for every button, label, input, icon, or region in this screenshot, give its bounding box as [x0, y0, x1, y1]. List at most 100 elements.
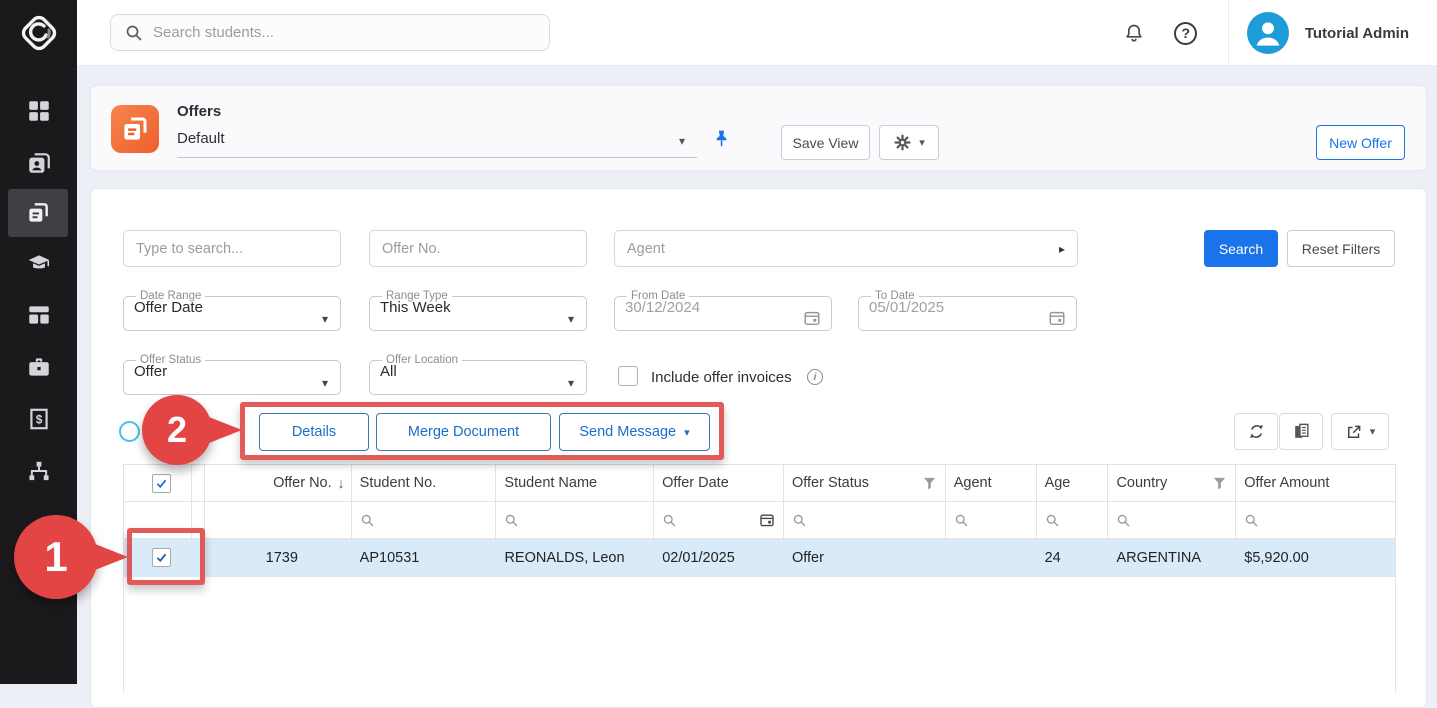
- calendar-icon[interactable]: [759, 512, 775, 528]
- topbar: ? Tutorial Admin: [77, 0, 1437, 66]
- offer-status-select[interactable]: Offer Status Offer ▾: [123, 354, 341, 395]
- col-student-no[interactable]: Student No.: [352, 465, 497, 502]
- sidebar-item-offers[interactable]: [8, 189, 68, 237]
- chevron-down-icon: ▾: [1370, 425, 1376, 438]
- filter-cell-offer-amount[interactable]: [1236, 502, 1395, 539]
- range-type-value: This Week: [380, 299, 576, 316]
- chevron-down-icon: ▾: [919, 136, 925, 149]
- column-chooser-button[interactable]: [1279, 413, 1323, 450]
- col-agent[interactable]: Agent: [946, 465, 1037, 502]
- col-offer-status[interactable]: Offer Status: [784, 465, 946, 502]
- avatar[interactable]: [1247, 12, 1289, 54]
- include-invoices-label: Include offer invoices: [651, 369, 792, 386]
- cell-student-no[interactable]: AP10531: [352, 539, 497, 577]
- agent-input[interactable]: [627, 241, 1059, 257]
- search-students-input[interactable]: [153, 24, 513, 41]
- cell-offer-amount: $5,920.00: [1236, 539, 1395, 577]
- sidebar-item-invoices[interactable]: $: [0, 393, 77, 445]
- search-icon: [360, 513, 375, 528]
- view-settings-button[interactable]: ▾: [879, 125, 939, 160]
- sidebar-item-classes[interactable]: [0, 289, 77, 341]
- filter-cell-agent[interactable]: [946, 502, 1037, 539]
- filter-cell-age[interactable]: [1037, 502, 1109, 539]
- help-button[interactable]: ?: [1166, 13, 1206, 53]
- offer-no-field[interactable]: [369, 230, 587, 267]
- calendar-icon[interactable]: [1048, 309, 1066, 332]
- filter-cell-student-name[interactable]: [496, 502, 654, 539]
- from-date-value: 30/12/2024: [625, 299, 821, 316]
- offer-status-value: Offer: [134, 363, 330, 380]
- spacer-column: [192, 465, 205, 502]
- table-row[interactable]: 1739 AP10531 REONALDS, Leon 02/01/2025 O…: [124, 539, 1395, 577]
- topbar-divider: [1228, 0, 1229, 66]
- calendar-icon[interactable]: [803, 309, 821, 332]
- filter-cell-offer-no[interactable]: [205, 502, 352, 539]
- app-logo-icon: [16, 10, 62, 56]
- app-logo[interactable]: [0, 0, 77, 66]
- cell-offer-status: Offer: [784, 539, 946, 577]
- sidebar-item-courses[interactable]: [0, 237, 77, 289]
- search-button[interactable]: Search: [1204, 230, 1278, 267]
- search-icon: [954, 513, 969, 528]
- from-date-field[interactable]: From Date 30/12/2024: [614, 290, 832, 331]
- cell-student-name[interactable]: REONALDS, Leon: [496, 539, 654, 577]
- offers-icon: [25, 200, 51, 226]
- annotation-balloon-step2: 2: [142, 395, 212, 465]
- pin-view-button[interactable]: [711, 128, 732, 154]
- date-range-select[interactable]: Date Range Offer Date ▾: [123, 290, 341, 331]
- sidebar-item-agents-network[interactable]: [0, 445, 77, 497]
- refresh-button[interactable]: [1234, 413, 1278, 450]
- offer-location-select[interactable]: Offer Location All ▾: [369, 354, 587, 395]
- invoice-dollar-icon: $: [26, 406, 52, 432]
- select-all-cell[interactable]: [124, 465, 192, 502]
- col-age[interactable]: Age: [1037, 465, 1109, 502]
- view-selector[interactable]: Default ▾: [177, 130, 697, 158]
- gear-icon: [893, 133, 912, 152]
- deselect-all-icon[interactable]: [119, 421, 140, 442]
- offer-no-input[interactable]: [382, 241, 574, 257]
- offer-location-value: All: [380, 363, 576, 380]
- view-selector-value: Default: [177, 130, 225, 147]
- offers-module-icon: [111, 105, 159, 153]
- select-all-checkbox[interactable]: [152, 474, 171, 493]
- agent-field[interactable]: ▸: [614, 230, 1078, 267]
- cell-offer-no[interactable]: 1739: [205, 539, 352, 577]
- chevron-down-icon: ▾: [679, 134, 685, 148]
- range-type-select[interactable]: Range Type This Week ▾: [369, 290, 587, 331]
- filter-funnel-icon[interactable]: [1212, 476, 1227, 491]
- filter-cell-offer-status[interactable]: [784, 502, 946, 539]
- save-view-button[interactable]: Save View: [781, 125, 870, 160]
- filter-cell-country[interactable]: [1108, 502, 1236, 539]
- quick-search-field[interactable]: [123, 230, 341, 267]
- search-icon: [125, 24, 143, 42]
- sidebar-item-students[interactable]: [0, 137, 77, 189]
- cell-age: 24: [1037, 539, 1109, 577]
- filter-funnel-icon[interactable]: [922, 476, 937, 491]
- col-offer-amount[interactable]: Offer Amount: [1236, 465, 1395, 502]
- quick-search-input[interactable]: [136, 241, 328, 257]
- sort-desc-icon[interactable]: ↓: [338, 475, 345, 491]
- sidebar-item-dashboard[interactable]: [0, 85, 77, 137]
- col-offer-no[interactable]: Offer No. ↓: [205, 465, 352, 502]
- to-date-field[interactable]: To Date 05/01/2025: [858, 290, 1077, 331]
- annotation-balloon-step1: 1: [14, 515, 98, 599]
- col-offer-date[interactable]: Offer Date: [654, 465, 784, 502]
- annotation-pointer-icon: [90, 542, 128, 572]
- sidebar-item-services[interactable]: [0, 341, 77, 393]
- col-country[interactable]: Country: [1108, 465, 1236, 502]
- new-offer-button[interactable]: New Offer: [1316, 125, 1405, 160]
- offers-table: Offer No. ↓ Student No. Student Name Off…: [123, 464, 1396, 577]
- include-invoices-checkbox[interactable]: [618, 366, 638, 386]
- info-icon[interactable]: i: [807, 369, 823, 385]
- filter-cell-offer-date[interactable]: [654, 502, 784, 539]
- col-offer-no-label: Offer No.: [273, 475, 332, 491]
- global-search[interactable]: [110, 14, 550, 51]
- notifications-button[interactable]: [1114, 13, 1154, 53]
- svg-text:$: $: [35, 412, 42, 426]
- col-country-label: Country: [1116, 475, 1167, 491]
- dashboard-icon: [26, 98, 52, 124]
- filter-cell-student-no[interactable]: [352, 502, 497, 539]
- col-student-name[interactable]: Student Name: [496, 465, 654, 502]
- export-button[interactable]: ▾: [1331, 413, 1389, 450]
- reset-filters-button[interactable]: Reset Filters: [1287, 230, 1395, 267]
